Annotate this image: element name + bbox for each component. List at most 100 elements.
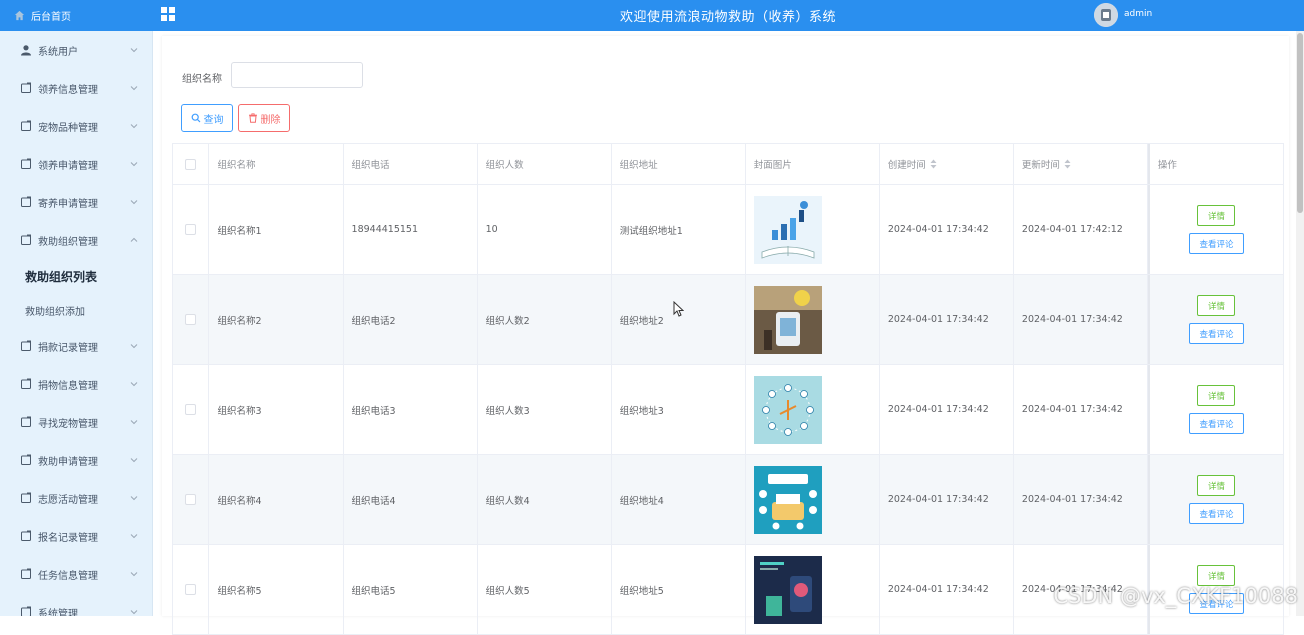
- column-header: 组织人数: [478, 144, 612, 184]
- sidebar-item[interactable]: 寻找宠物管理: [0, 403, 152, 441]
- row-select-cell[interactable]: [173, 185, 210, 274]
- cell-cover-image: [746, 275, 880, 364]
- row-checkbox[interactable]: [185, 584, 197, 595]
- view-comments-button[interactable]: 查看评论: [1188, 233, 1244, 254]
- sidebar-menu: 系统用户领养信息管理宠物品种管理 领养申请管理寄养申请管理 救助组织管理 救助组织列表…: [0, 31, 152, 616]
- detail-button[interactable]: 详情: [1197, 205, 1236, 226]
- avatar[interactable]: [1094, 3, 1118, 27]
- sidebar-item-label: 救助申请管理: [38, 456, 98, 468]
- cell-created-time: 2024-04-01 17:34:42: [880, 455, 1014, 544]
- view-comments-button[interactable]: 查看评论: [1188, 503, 1244, 524]
- cell-org-count: 10: [478, 185, 612, 274]
- row-select-cell[interactable]: [173, 545, 210, 634]
- sidebar-item[interactable]: 系统管理: [0, 593, 152, 616]
- folder-icon: [21, 378, 31, 389]
- search-input[interactable]: [231, 62, 363, 88]
- row-checkbox[interactable]: [185, 224, 197, 235]
- cell-cover-image: [746, 365, 880, 454]
- sort-icon[interactable]: [1064, 159, 1071, 169]
- sidebar-item[interactable]: 任务信息管理: [0, 555, 152, 593]
- detail-button[interactable]: 详情: [1197, 475, 1236, 496]
- sidebar-home-link[interactable]: 后台首页: [0, 0, 152, 31]
- sidebar-item-label: 志愿活动管理: [38, 494, 98, 506]
- sidebar-item-label: 宠物品种管理: [38, 122, 98, 134]
- detail-button[interactable]: 详情: [1197, 385, 1236, 406]
- query-button[interactable]: 查询: [181, 104, 233, 132]
- folder-icon: [21, 120, 31, 131]
- delete-button[interactable]: 删除: [238, 104, 290, 132]
- cover-image[interactable]: [753, 375, 822, 444]
- sidebar-item[interactable]: 志愿活动管理: [0, 479, 152, 517]
- chevron-down-icon: [130, 572, 138, 577]
- chevron-down-icon: [130, 162, 138, 167]
- row-checkbox[interactable]: [185, 404, 197, 415]
- sidebar-item-label: 系统用户: [38, 46, 78, 58]
- folder-icon: [21, 416, 31, 427]
- page-scrollbar[interactable]: [1296, 31, 1304, 616]
- view-comments-button[interactable]: 查看评论: [1188, 323, 1244, 344]
- cell-cover-image: [746, 545, 880, 634]
- view-comments-button[interactable]: 查看评论: [1188, 413, 1244, 434]
- detail-button[interactable]: 详情: [1197, 565, 1236, 586]
- search-label: 组织名称: [182, 74, 222, 85]
- home-icon: [14, 10, 25, 21]
- sidebar-item[interactable]: 捐款记录管理: [0, 327, 152, 365]
- cell-actions: 详情 查看评论: [1148, 185, 1283, 274]
- top-header: 欢迎使用流浪动物救助（收养）系统 admin: [152, 0, 1304, 31]
- sidebar-item[interactable]: 捐物信息管理: [0, 365, 152, 403]
- sidebar-item-label: 寻找宠物管理: [38, 418, 98, 430]
- folder-icon: [21, 568, 31, 579]
- cell-org-address: 组织地址4: [612, 455, 746, 544]
- chevron-down-icon: [130, 48, 138, 53]
- cover-image[interactable]: [753, 285, 822, 354]
- sidebar-item[interactable]: 系统用户: [0, 31, 152, 69]
- cell-actions: 详情 查看评论: [1148, 455, 1283, 544]
- select-all-checkbox[interactable]: [185, 158, 197, 170]
- column-header-sortable[interactable]: 更新时间: [1014, 144, 1148, 184]
- chevron-down-icon: [130, 124, 138, 129]
- cell-org-count: 组织人数3: [478, 365, 612, 454]
- table-row: 组织名称2 组织电话2 组织人数2 组织地址2 2024-04-01 17:34:42 2…: [173, 275, 1283, 365]
- chevron-down-icon: [130, 86, 138, 91]
- sidebar-item[interactable]: 救助组织管理: [0, 221, 152, 259]
- row-checkbox[interactable]: [185, 314, 197, 325]
- table-row: 组织名称4 组织电话4 组织人数4 组织地址4 2024-04-01 17:34:42 2…: [173, 455, 1283, 545]
- cell-org-phone: 18944415151: [344, 185, 478, 274]
- username-label[interactable]: admin: [1124, 9, 1152, 19]
- column-header-label: 创建时间: [887, 160, 926, 171]
- sidebar-item[interactable]: 救助申请管理: [0, 441, 152, 479]
- cell-org-name: 组织名称5: [209, 545, 344, 634]
- column-header-sortable[interactable]: 创建时间: [880, 144, 1014, 184]
- content-panel: 组织名称 查询 删除 组织名称 组织电话 组织人数 组织地址 封面图片 创建时间…: [162, 36, 1289, 635]
- header-select-all[interactable]: [173, 144, 210, 184]
- sidebar-item[interactable]: 领养信息管理: [0, 69, 152, 107]
- scrollbar-thumb[interactable]: [1297, 33, 1303, 213]
- column-header: 操作: [1147, 144, 1283, 184]
- detail-button[interactable]: 详情: [1197, 295, 1236, 316]
- cover-image[interactable]: [753, 195, 822, 264]
- cell-cover-image: [746, 185, 880, 274]
- sort-icon[interactable]: [930, 159, 937, 169]
- row-select-cell[interactable]: [173, 365, 210, 454]
- cell-cover-image: [746, 455, 880, 544]
- user-icon: [21, 45, 31, 56]
- sidebar-home-label: 后台首页: [31, 12, 71, 23]
- cell-org-name: 组织名称4: [209, 455, 344, 544]
- cover-image[interactable]: [753, 465, 822, 534]
- sidebar-item-label: 领养申请管理: [38, 160, 98, 172]
- cover-image[interactable]: [753, 555, 822, 624]
- chevron-down-icon: [130, 344, 138, 349]
- sidebar-subitem[interactable]: 救助组织添加: [0, 293, 152, 327]
- mouse-cursor-icon: [673, 301, 684, 317]
- row-select-cell[interactable]: [173, 275, 210, 364]
- sidebar-item[interactable]: 报名记录管理: [0, 517, 152, 555]
- chevron-down-icon: [130, 534, 138, 539]
- sidebar-item[interactable]: 领养申请管理: [0, 145, 152, 183]
- chevron-down-icon: [130, 382, 138, 387]
- row-select-cell[interactable]: [173, 455, 210, 544]
- sidebar-item[interactable]: 宠物品种管理: [0, 107, 152, 145]
- row-checkbox[interactable]: [185, 494, 197, 505]
- sidebar-item[interactable]: 寄养申请管理: [0, 183, 152, 221]
- sidebar-subitem[interactable]: 救助组织列表: [0, 259, 152, 293]
- sidebar: 后台首页 系统用户 领养信息管理 宠物品种管理 领养申请管理 寄养申请管理 救助组织管理救…: [0, 0, 153, 616]
